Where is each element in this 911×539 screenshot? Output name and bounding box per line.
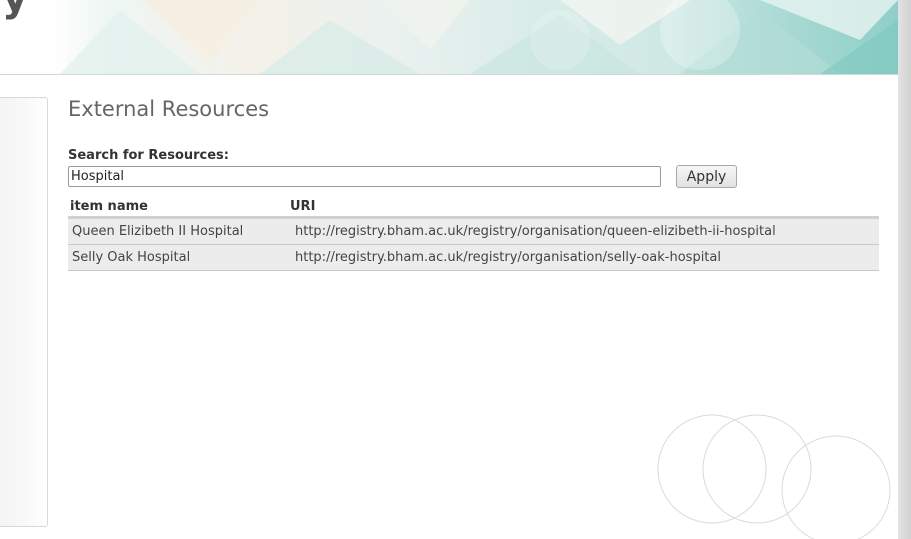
table-header-row: item name URI <box>68 196 879 219</box>
results-table: item name URI Queen Elizibeth II Hospita… <box>68 196 879 271</box>
banner-artwork <box>60 0 898 74</box>
page-edge-scroll-area <box>898 0 911 539</box>
uri-cell: http://registry.bham.ac.uk/registry/orga… <box>288 217 879 245</box>
decorative-circles <box>657 414 891 539</box>
column-header-uri: URI <box>288 196 879 219</box>
page-title: External Resources <box>68 97 270 121</box>
column-header-item-name: item name <box>68 196 288 219</box>
apply-button[interactable]: Apply <box>676 165 737 188</box>
header-banner: y <box>0 0 898 75</box>
item-name-cell: Queen Elizibeth II Hospital <box>68 217 288 245</box>
page: y External Resources Search for Resource… <box>0 0 911 539</box>
sidebar-panel <box>0 97 48 527</box>
site-brand-fragment: y <box>2 0 28 18</box>
item-name-cell: Selly Oak Hospital <box>68 244 288 271</box>
table-row[interactable]: Queen Elizibeth II Hospital http://regis… <box>68 217 879 245</box>
search-input[interactable] <box>68 166 661 187</box>
uri-cell: http://registry.bham.ac.uk/registry/orga… <box>288 244 879 271</box>
table-row[interactable]: Selly Oak Hospital http://registry.bham.… <box>68 244 879 271</box>
search-label: Search for Resources: <box>68 148 229 163</box>
main-content: External Resources Search for Resources:… <box>68 92 880 271</box>
